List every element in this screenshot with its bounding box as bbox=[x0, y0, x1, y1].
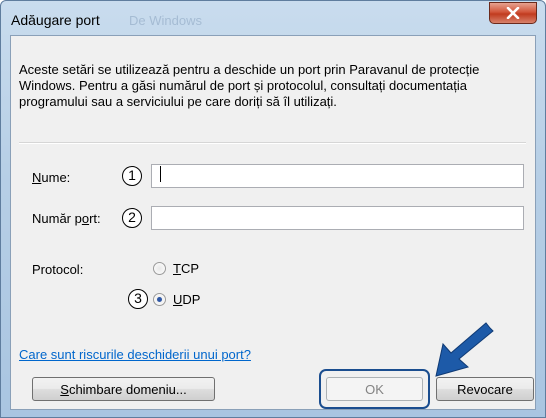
port-label: Număr port: bbox=[32, 211, 101, 226]
separator bbox=[19, 142, 526, 144]
title-bar[interactable]: Adăugare port De Windows bbox=[1, 1, 545, 35]
close-button[interactable] bbox=[489, 2, 537, 24]
udp-accelerator: U bbox=[173, 292, 183, 307]
port-risks-link[interactable]: Care sunt riscurile deschiderii unui por… bbox=[19, 347, 251, 362]
change-scope-text: chimbare domeniu... bbox=[68, 381, 187, 397]
tcp-radio[interactable] bbox=[153, 262, 166, 275]
description-text: Aceste setări se utilizează pentru a des… bbox=[19, 62, 480, 109]
text-cursor bbox=[160, 166, 161, 182]
port-label-pre: Număr p bbox=[32, 211, 82, 226]
name-input[interactable] bbox=[151, 164, 524, 188]
change-scope-button[interactable]: Schimbare domeniu... bbox=[32, 377, 215, 401]
callout-3: 3 bbox=[128, 289, 148, 309]
udp-radio-selected-dot bbox=[157, 297, 162, 302]
port-label-post: rt: bbox=[89, 211, 101, 226]
name-label-text: ume: bbox=[41, 170, 71, 185]
udp-radio[interactable] bbox=[153, 293, 166, 306]
tcp-label-text: CP bbox=[180, 261, 200, 276]
name-label: Nume: bbox=[32, 170, 70, 185]
port-label-accelerator: o bbox=[81, 211, 90, 226]
ok-button[interactable]: OK bbox=[326, 377, 423, 401]
background-window-title: De Windows bbox=[129, 13, 202, 28]
close-x-icon bbox=[506, 7, 520, 19]
cancel-button[interactable]: Revocare bbox=[436, 377, 534, 401]
change-scope-label: Schimbare domeniu... bbox=[60, 382, 186, 397]
pointer-arrow-icon bbox=[435, 322, 494, 377]
tcp-radio-label[interactable]: TCP bbox=[173, 261, 199, 276]
udp-label-text: DP bbox=[182, 292, 201, 307]
tcp-accelerator: T bbox=[173, 261, 181, 276]
name-label-accelerator: N bbox=[32, 170, 42, 185]
port-input[interactable] bbox=[151, 206, 524, 230]
callout-1: 1 bbox=[122, 166, 142, 186]
callout-2: 2 bbox=[122, 208, 142, 228]
window-title: Adăugare port bbox=[11, 12, 100, 28]
udp-radio-label[interactable]: UDP bbox=[173, 292, 200, 307]
protocol-label: Protocol: bbox=[32, 262, 84, 277]
change-scope-accelerator: S bbox=[60, 381, 69, 397]
